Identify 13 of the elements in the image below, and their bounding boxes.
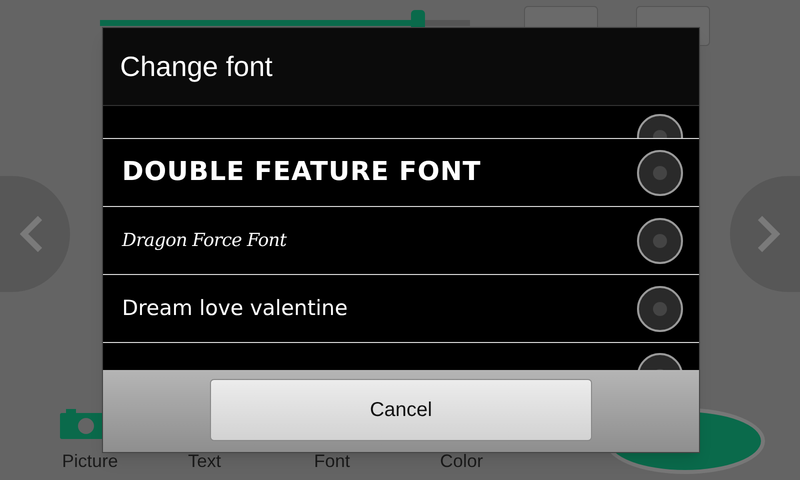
font-name: Dream love valentine <box>122 294 348 322</box>
cancel-button[interactable]: Cancel <box>210 379 592 441</box>
font-name: DOUBLE FEATURE FONT <box>122 156 482 189</box>
font-option[interactable]: Dragon Force Font <box>103 206 699 274</box>
dialog-title: Change font <box>120 50 273 84</box>
chevron-left-icon <box>20 216 44 252</box>
radio-button[interactable] <box>637 218 683 264</box>
font-name: Dragon Force Font <box>122 229 286 253</box>
chevron-right-icon <box>756 216 780 252</box>
radio-button[interactable] <box>637 150 683 196</box>
font-option[interactable]: DOUBLE FEATURE FONT <box>103 138 699 206</box>
radio-button[interactable] <box>637 286 683 332</box>
font-option[interactable]: Dream love valentine <box>103 274 699 342</box>
